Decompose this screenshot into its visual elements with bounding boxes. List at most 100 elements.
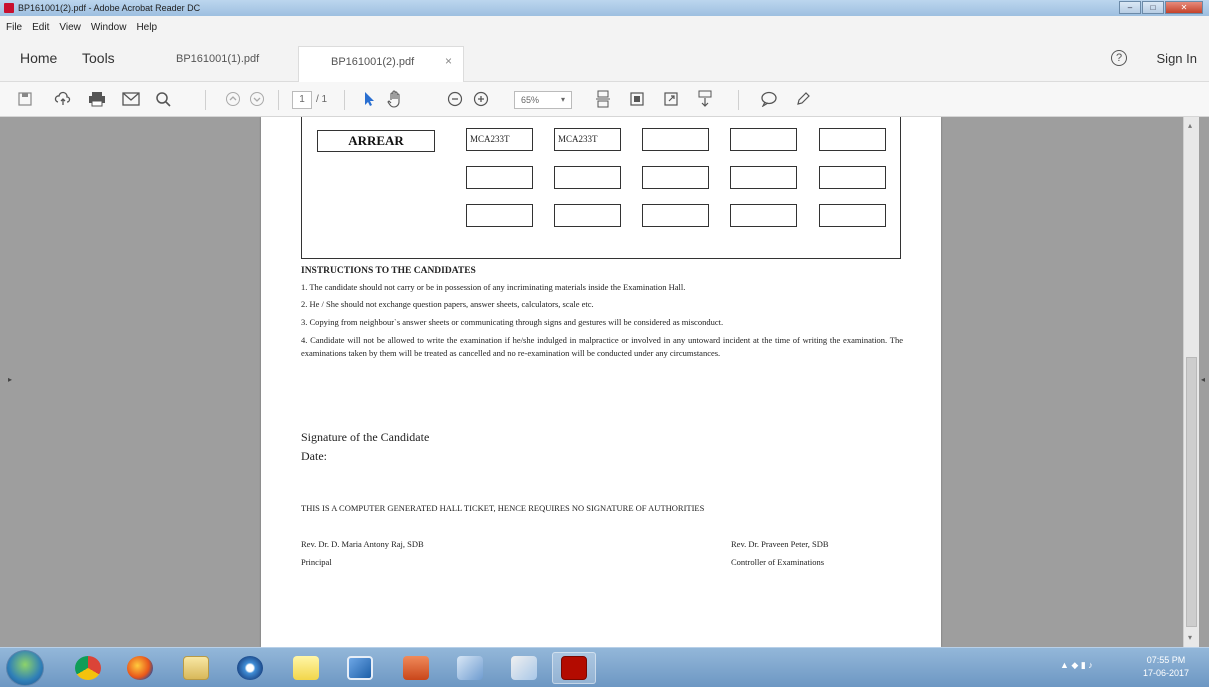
arrear-cell: [554, 166, 621, 189]
full-screen-icon[interactable]: [660, 88, 682, 110]
arrear-cell: [466, 204, 533, 227]
instructions-title: INSTRUCTIONS TO THE CANDIDATES: [301, 266, 476, 276]
arrear-cell: [819, 204, 886, 227]
menu-window[interactable]: Window: [91, 22, 127, 33]
zoom-level-value: 65%: [521, 95, 540, 105]
instruction-item: 2. He / She should not exchange question…: [301, 299, 594, 309]
file-explorer-icon[interactable]: [174, 652, 218, 684]
tab-tools[interactable]: Tools: [82, 50, 115, 66]
expand-right-panel-icon[interactable]: ◂: [1201, 375, 1205, 384]
search-icon[interactable]: [152, 88, 174, 110]
arrear-cell: [642, 204, 709, 227]
arrear-cell: MCA233T: [554, 128, 621, 151]
hand-tool-icon[interactable]: [384, 88, 406, 110]
minimize-button[interactable]: –: [1119, 1, 1141, 14]
close-tab-icon[interactable]: ×: [445, 54, 452, 68]
zoom-in-icon[interactable]: [470, 88, 492, 110]
arrear-cell: [642, 128, 709, 151]
arrear-cell: MCA233T: [466, 128, 533, 151]
controller-name: Rev. Dr. Praveen Peter, SDB: [731, 539, 829, 549]
tab-document-1[interactable]: BP161001(1).pdf: [176, 53, 259, 65]
instruction-item: 1. The candidate should not carry or be …: [301, 282, 686, 292]
paint-app-icon[interactable]: [502, 652, 546, 684]
acrobat-window: BP161001(2).pdf - Adobe Acrobat Reader D…: [0, 0, 1209, 687]
print-icon[interactable]: [86, 88, 108, 110]
read-mode-icon[interactable]: [694, 88, 716, 110]
close-window-button[interactable]: ✕: [1165, 1, 1203, 14]
tab-document-2-label: BP161001(2).pdf: [331, 56, 415, 68]
windows-taskbar: ▲ ◆ ▮ ♪ 07:55 PM 17-06-2017: [0, 647, 1209, 687]
scroll-down-icon[interactable]: ▾: [1188, 633, 1192, 642]
arrear-label: ARREAR: [317, 130, 435, 152]
arrear-cell: [730, 128, 797, 151]
email-icon[interactable]: [120, 88, 142, 110]
arrear-cell: [819, 128, 886, 151]
principal-title: Principal: [301, 557, 332, 567]
window-controls: – □ ✕: [1118, 1, 1203, 14]
arrear-cell: [730, 204, 797, 227]
media-player-icon[interactable]: [228, 652, 272, 684]
powerpoint-icon[interactable]: [394, 652, 438, 684]
network-app-icon[interactable]: [448, 652, 492, 684]
instruction-item: 4. Candidate will not be allowed to writ…: [301, 335, 903, 358]
fit-page-icon[interactable]: [592, 88, 614, 110]
toolbar-separator: [278, 90, 279, 110]
upload-icon[interactable]: [52, 88, 74, 110]
arrear-cell: [554, 204, 621, 227]
title-bar: BP161001(2).pdf - Adobe Acrobat Reader D…: [0, 0, 1209, 16]
arrear-cell: [466, 166, 533, 189]
virtualbox-icon[interactable]: [338, 652, 382, 684]
page-count: / 1: [316, 94, 328, 105]
pdf-page: ARREAR MCA233T MCA233T INSTRUCTIONS TO T…: [261, 117, 941, 647]
toolbar-separator: [205, 90, 206, 110]
chevron-down-icon: ▾: [560, 95, 565, 104]
start-orb-icon[interactable]: [6, 650, 44, 686]
select-cursor-icon[interactable]: [358, 88, 380, 110]
acrobat-reader-taskbar-icon[interactable]: [552, 652, 596, 684]
toolbar-separator: [344, 90, 345, 110]
sign-in-link[interactable]: Sign In: [1157, 51, 1197, 66]
arrear-cell: [819, 166, 886, 189]
instruction-item: 3. Copying from neighbour`s answer sheet…: [301, 317, 724, 327]
menu-bar: File Edit View Window Help: [0, 16, 1209, 38]
scroll-up-icon[interactable]: ▴: [1188, 121, 1192, 130]
menu-file[interactable]: File: [6, 22, 22, 33]
sticky-notes-icon[interactable]: [284, 652, 328, 684]
system-clock[interactable]: 07:55 PM 17-06-2017: [1143, 654, 1189, 680]
window-title: BP161001(2).pdf - Adobe Acrobat Reader D…: [18, 3, 201, 13]
toolbar-separator: [738, 90, 739, 110]
page-down-icon[interactable]: [246, 88, 268, 110]
zoom-level-select[interactable]: 65% ▾: [514, 91, 572, 109]
scrollbar-thumb[interactable]: [1186, 357, 1197, 627]
help-icon[interactable]: ?: [1111, 50, 1127, 66]
firefox-icon[interactable]: [118, 652, 162, 684]
clock-time: 07:55 PM: [1146, 655, 1186, 665]
menu-view[interactable]: View: [59, 22, 81, 33]
menu-edit[interactable]: Edit: [32, 22, 49, 33]
signature-label: Signature of the Candidate: [301, 430, 430, 444]
toolbar: 1 / 1 65% ▾: [0, 82, 1209, 117]
sign-pen-icon[interactable]: [792, 88, 814, 110]
tab-document-2-active[interactable]: BP161001(2).pdf ×: [298, 46, 464, 82]
chrome-icon[interactable]: [66, 652, 110, 684]
date-label: Date:: [301, 449, 327, 463]
scrolling-mode-icon[interactable]: [626, 88, 648, 110]
tab-home[interactable]: Home: [20, 50, 57, 66]
comment-icon[interactable]: [758, 88, 780, 110]
page-number-input[interactable]: 1: [292, 91, 312, 109]
document-viewer[interactable]: ▸ ARREAR MCA233T MCA233T INSTRUCTIONS TO…: [0, 117, 1209, 647]
page-up-icon[interactable]: [222, 88, 244, 110]
expand-left-panel-icon[interactable]: ▸: [8, 375, 12, 384]
computer-generated-note: THIS IS A COMPUTER GENERATED HALL TICKET…: [301, 503, 705, 513]
tab-bar: Home Tools BP161001(1).pdf BP161001(2).p…: [0, 38, 1209, 82]
arrear-cell: [730, 166, 797, 189]
menu-help[interactable]: Help: [136, 22, 157, 33]
system-tray-icons[interactable]: ▲ ◆ ▮ ♪: [1060, 660, 1093, 671]
arrear-cell: [642, 166, 709, 189]
save-icon[interactable]: [14, 88, 36, 110]
controller-title: Controller of Examinations: [731, 557, 825, 567]
maximize-button[interactable]: □: [1142, 1, 1164, 14]
zoom-out-icon[interactable]: [444, 88, 466, 110]
clock-date: 17-06-2017: [1143, 668, 1190, 678]
vertical-scrollbar[interactable]: ▴ ▾: [1183, 117, 1199, 647]
